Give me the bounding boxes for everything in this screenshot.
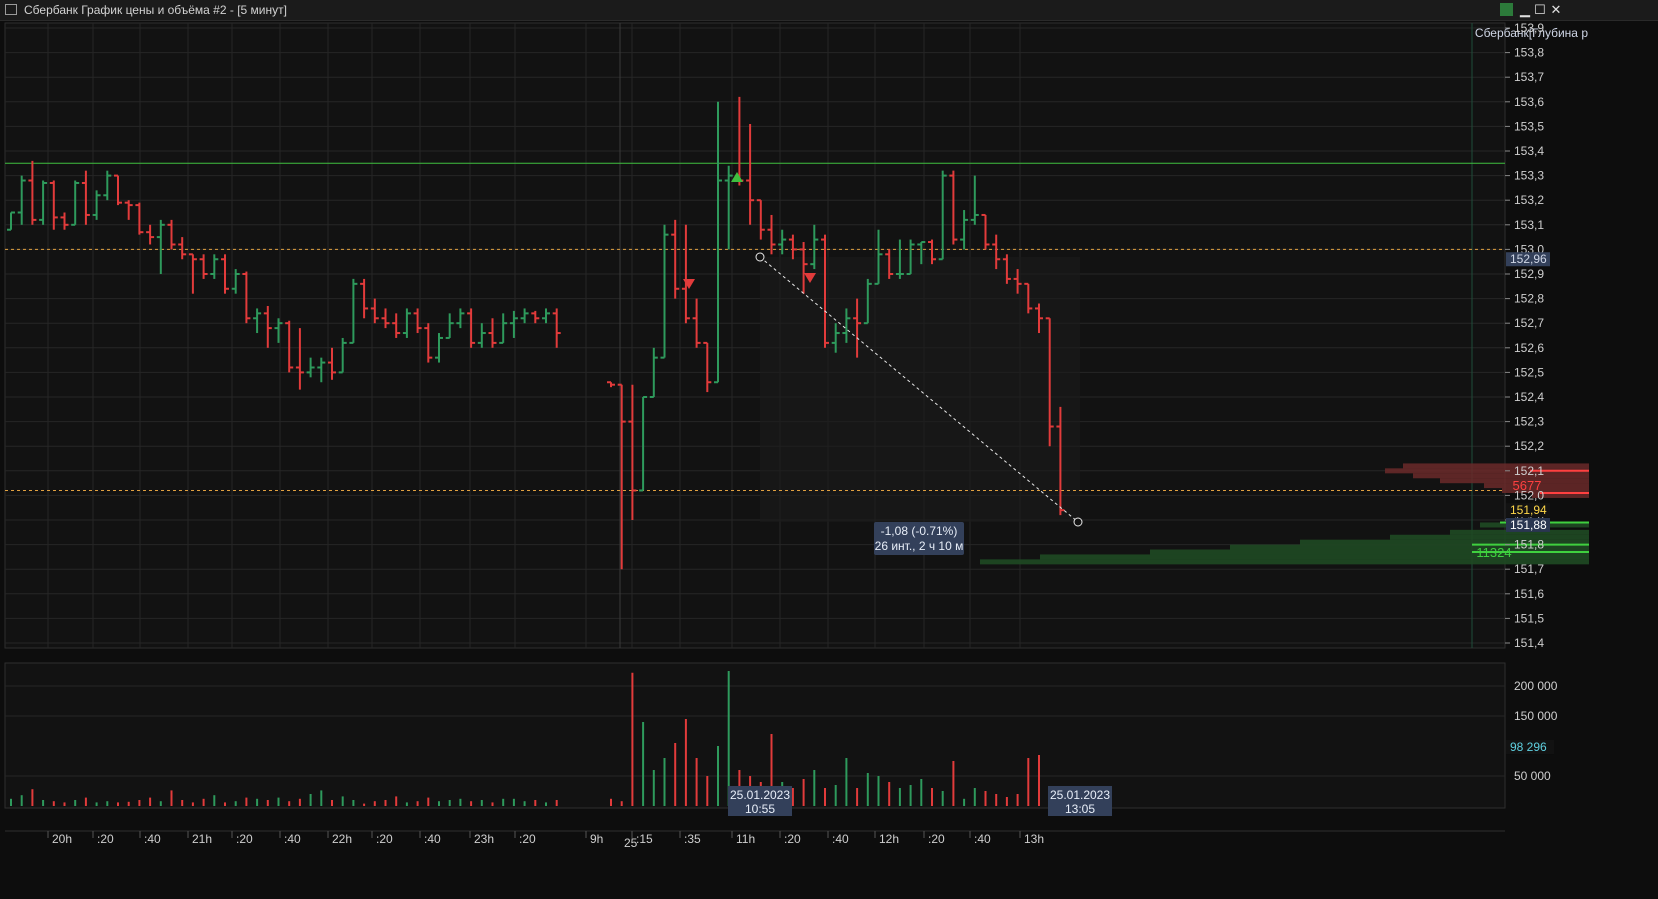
window-icon	[5, 4, 17, 15]
time-tick-label: :20	[236, 832, 253, 846]
price-tick-label: 151,5	[1514, 611, 1544, 625]
time-axis[interactable]: 20h :20 :40 21h :20 :40 22h :20 :40 23h :20 9h :15 :3…	[47, 831, 1044, 846]
price-tick-label: 152,6	[1514, 341, 1544, 355]
cursor-date: 25.01.2023	[1050, 788, 1110, 802]
measure-end-handle[interactable]	[1073, 517, 1083, 527]
measure-change: -1,08 (-0.71%)	[881, 524, 958, 538]
price-tick-label: 153,7	[1514, 70, 1544, 84]
time-tick-label: :15	[636, 832, 653, 846]
cursor-date: 25.01.2023	[730, 788, 790, 802]
price-tick-label: 151,7	[1514, 562, 1544, 576]
price-tick-label: 151,6	[1514, 587, 1544, 601]
price-tick-label: 153,8	[1514, 46, 1544, 60]
time-tick-label: :35	[684, 832, 701, 846]
time-tick-label: :40	[144, 832, 161, 846]
close-button[interactable]: ✕	[1548, 2, 1564, 18]
measure-duration: 26 инт., 2 ч 10 м	[875, 539, 964, 553]
price-tick-label: 152,4	[1514, 390, 1544, 404]
cursor-time: 10:55	[745, 802, 775, 816]
price-tick-label: 151,4	[1514, 636, 1544, 650]
volume-tick-label: 50 000	[1514, 769, 1551, 783]
price-tag-label: 151,88	[1510, 518, 1547, 532]
time-tick-label: :40	[424, 832, 441, 846]
time-tick-label: 11h	[736, 832, 755, 846]
price-tick-label: 152,3	[1514, 415, 1544, 429]
maximize-button[interactable]: ☐	[1532, 2, 1548, 18]
price-tick-label: 153,9	[1514, 21, 1544, 35]
price-tick-label: 151,8	[1514, 538, 1544, 552]
time-tick-label: :40	[832, 832, 849, 846]
price-tick-label: 153,1	[1514, 218, 1544, 232]
time-tick-label: 9h	[590, 832, 603, 846]
volume-tick-label: 200 000	[1514, 679, 1558, 693]
ask-depth-row	[1413, 473, 1589, 479]
time-tick-label: :20	[784, 832, 801, 846]
time-tick-label: :40	[284, 832, 301, 846]
time-tick-label: 12h	[879, 832, 899, 846]
time-tick-label: 21h	[192, 832, 212, 846]
window-title: Сбербанк График цены и объёма #2 - [5 ми…	[24, 3, 287, 17]
price-tick-label: 152,5	[1514, 365, 1544, 379]
volume-tick-label: 150 000	[1514, 709, 1558, 723]
bid-depth-row	[980, 559, 1589, 565]
bid-depth-row	[1390, 534, 1589, 540]
price-tag-label: 152,96	[1510, 252, 1547, 266]
chart-edit-icon[interactable]	[1500, 3, 1513, 16]
time-tick-label: :20	[376, 832, 393, 846]
minimize-button[interactable]: ▁	[1517, 2, 1533, 18]
cursor-time: 13:05	[1065, 802, 1095, 816]
price-tick-label: 153,5	[1514, 119, 1544, 133]
chart-area[interactable]: Сбербанк[Глубина р -1,08 (-0.71%) 26 инт…	[0, 20, 1658, 899]
ask-depth-row	[1403, 463, 1589, 469]
time-tick-label: :20	[97, 832, 114, 846]
volume-tag-label: 98 296	[1510, 740, 1547, 754]
price-tick-label: 153,2	[1514, 193, 1544, 207]
time-tick-label: 13h	[1024, 832, 1044, 846]
price-tag-label: 151,94	[1510, 503, 1547, 517]
time-tick-label: 20h	[52, 832, 72, 846]
time-tick-label: :40	[974, 832, 991, 846]
price-tick-label: 153,6	[1514, 95, 1544, 109]
time-tick-label: 22h	[332, 832, 352, 846]
price-tick-label: 152,9	[1514, 267, 1544, 281]
price-tick-label: 153,3	[1514, 169, 1544, 183]
price-tick-label: 152,1	[1514, 464, 1544, 478]
time-tick-label: :20	[519, 832, 536, 846]
price-tick-label: 152,8	[1514, 292, 1544, 306]
volume-axis[interactable]: 200 000 150 000 50 000 98 296	[1506, 679, 1558, 783]
price-tick-label: 152,7	[1514, 316, 1544, 330]
bid-volume-label: 11324	[1476, 545, 1511, 560]
price-tick-label: 152,0	[1514, 488, 1544, 502]
price-tick-label: 153,4	[1514, 144, 1544, 158]
measure-start-handle[interactable]	[755, 252, 765, 262]
time-tick-label: :20	[928, 832, 945, 846]
title-bar: Сбербанк График цены и объёма #2 - [5 ми…	[0, 0, 1658, 21]
price-tick-label: 152,2	[1514, 439, 1544, 453]
time-tick-label: 23h	[474, 832, 494, 846]
date-label: 25	[624, 836, 638, 850]
